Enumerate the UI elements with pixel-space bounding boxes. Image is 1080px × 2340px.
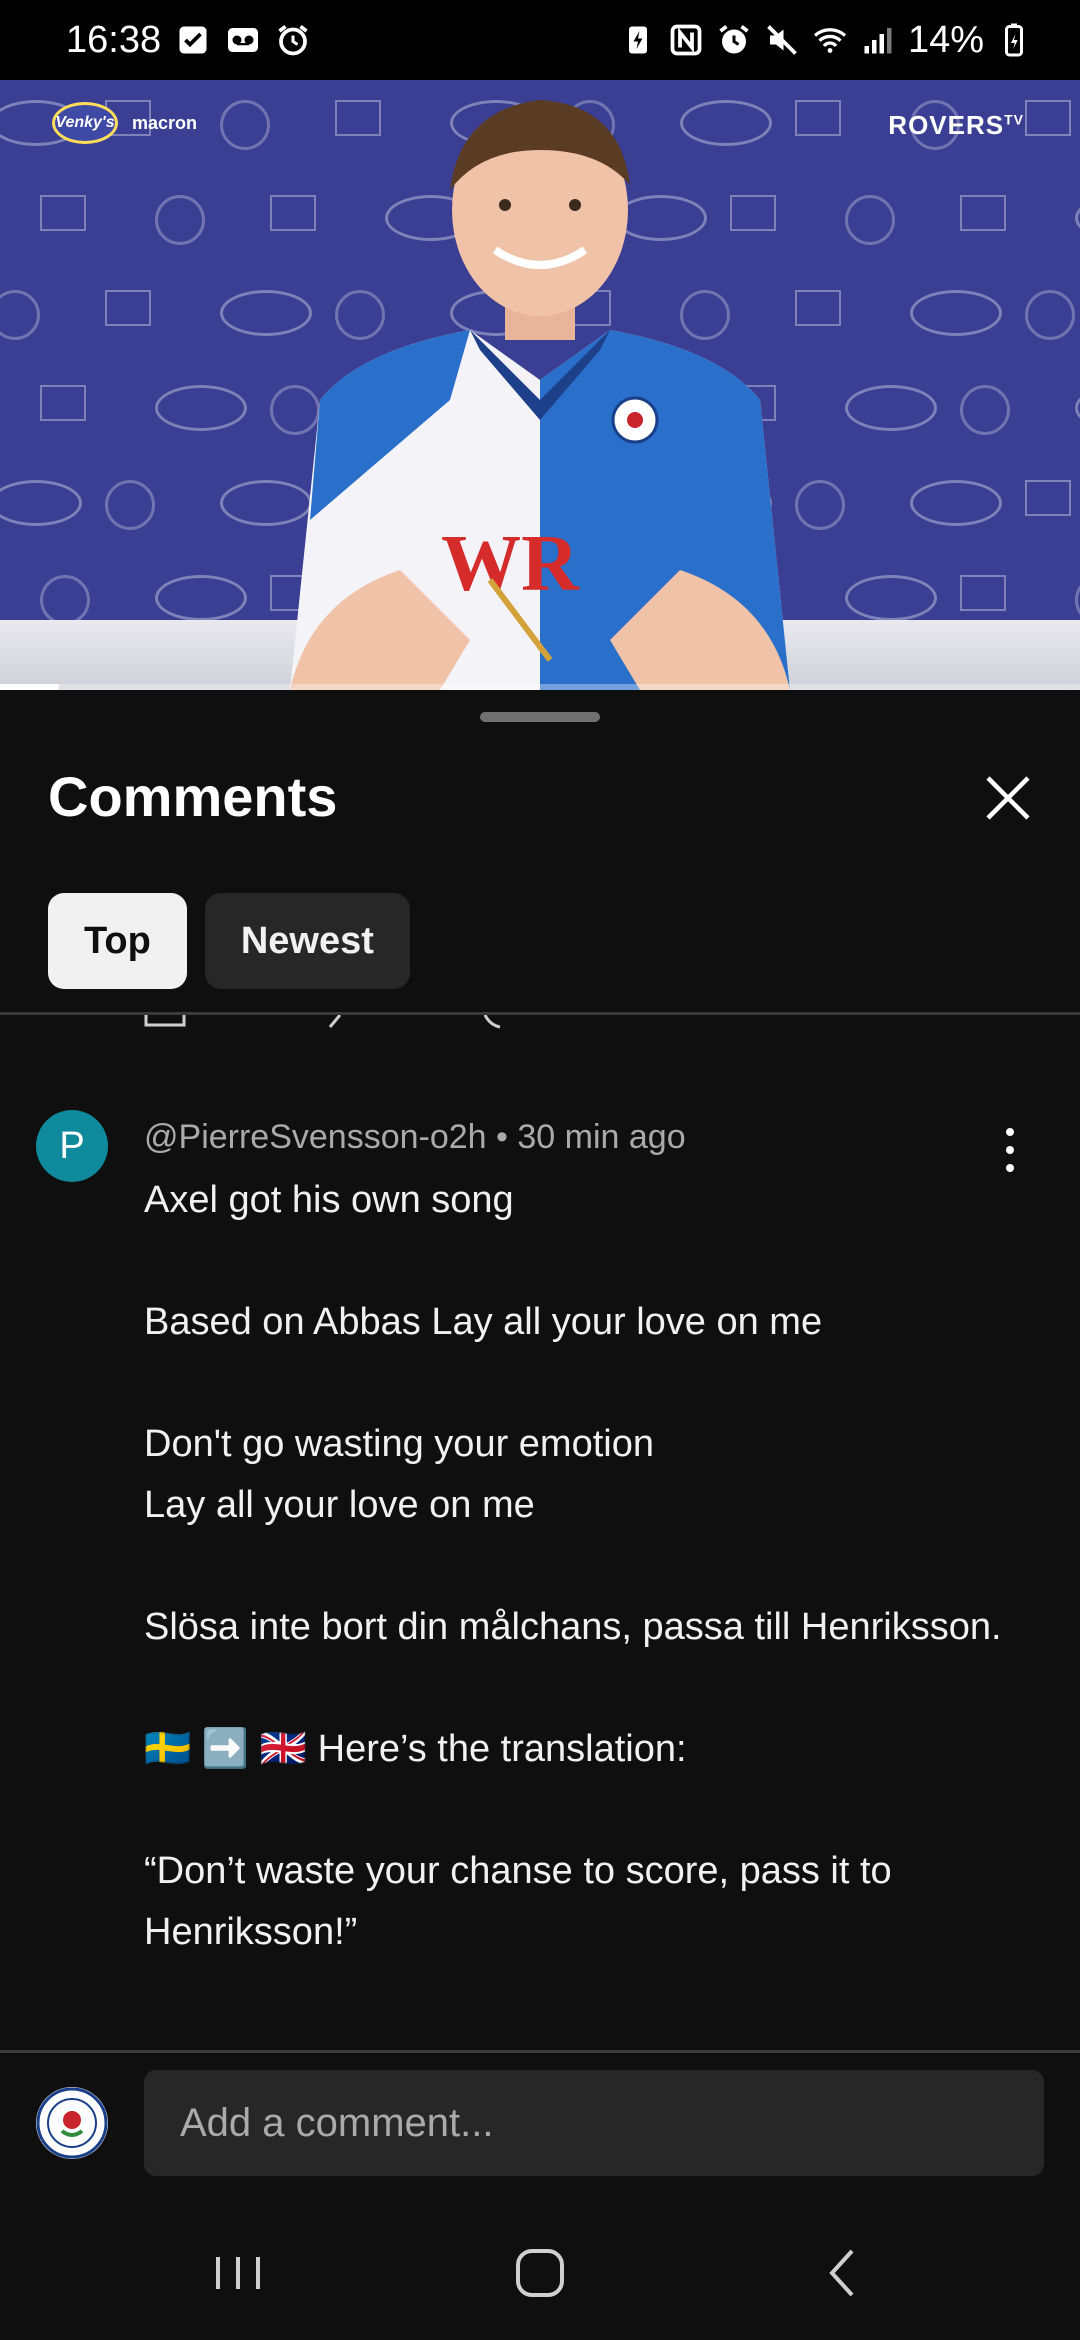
- comment-line: Axel got his own song: [144, 1179, 514, 1221]
- chip-newest[interactable]: Newest: [204, 893, 410, 989]
- rovers-tv-text: ROVERS: [888, 110, 1005, 140]
- video-player[interactable]: Venky's macron ROVERSTV WR: [0, 80, 1080, 690]
- checkbox-icon: [175, 22, 211, 58]
- backdrop-sponsor-mark: [910, 480, 1002, 526]
- backdrop-sponsor-mark: [960, 195, 1006, 231]
- rovers-crest-icon: [36, 2087, 108, 2159]
- backdrop-sponsor-mark: [1025, 480, 1071, 516]
- signal-icon: [860, 22, 896, 58]
- translation-label: Here’s the translation:: [317, 1728, 687, 1770]
- sponsor-logo: Venky's macron: [52, 102, 197, 144]
- comment-time: 30 min ago: [517, 1118, 686, 1156]
- comment-line: “Don’t waste your chanse to score, pass …: [144, 1850, 892, 1953]
- home-button[interactable]: [500, 2233, 580, 2313]
- backdrop-sponsor-mark: [1075, 575, 1080, 625]
- backdrop-sponsor-mark: [910, 290, 1002, 336]
- comment-author-avatar[interactable]: P: [36, 1110, 108, 1182]
- backdrop-sponsor-mark: [1075, 195, 1080, 241]
- comments-title: Comments: [48, 765, 338, 828]
- comment-line: Don't go wasting your emotion: [144, 1423, 654, 1465]
- system-nav-bar: [0, 2203, 1080, 2340]
- backdrop-sponsor-mark: [155, 575, 247, 621]
- backdrop-sponsor-mark: [155, 385, 247, 431]
- comment-line: Slösa inte bort din målchans, passa till…: [144, 1606, 1002, 1648]
- user-avatar[interactable]: [36, 2087, 108, 2159]
- rovers-tv-logo: ROVERSTV: [888, 110, 1024, 141]
- translation-emoji: 🇸🇪 ➡️ 🇬🇧: [144, 1728, 308, 1770]
- backdrop-sponsor-mark: [845, 195, 895, 245]
- backdrop-sponsor-mark: [40, 195, 86, 231]
- backdrop-sponsor-mark: [960, 385, 1010, 435]
- svg-text:WR: WR: [441, 520, 580, 608]
- comment-meta: @PierreSvensson-o2h • 30 min ago: [144, 1118, 686, 1157]
- home-icon: [516, 2249, 564, 2297]
- close-button[interactable]: [978, 768, 1038, 828]
- battery-percent: 14%: [907, 18, 984, 61]
- meta-separator: •: [496, 1118, 508, 1156]
- nfc-icon: [668, 22, 704, 58]
- backdrop-sponsor-mark: [1025, 290, 1075, 340]
- comment-author[interactable]: @PierreSvensson-o2h: [144, 1118, 487, 1156]
- status-bar: 16:38 14%: [0, 0, 1080, 80]
- comment-line: Based on Abbas Lay all your love on me: [144, 1301, 823, 1343]
- sort-chips: Top Newest: [48, 893, 410, 989]
- status-right: 14%: [620, 19, 1032, 62]
- alarm-icon: [716, 22, 752, 58]
- backdrop-sponsor-mark: [105, 290, 151, 326]
- backdrop-sponsor-mark: [155, 195, 205, 245]
- player-figure: WR: [290, 100, 790, 690]
- voicemail-icon: [225, 22, 261, 58]
- back-button[interactable]: [802, 2233, 882, 2313]
- rovers-tv-sup: TV: [1004, 111, 1024, 128]
- backdrop-sponsor-mark: [1025, 100, 1071, 136]
- wifi-icon: [812, 22, 848, 58]
- macron-logo: macron: [132, 112, 198, 133]
- comment-text: Axel got his own song Based on Abbas Lay…: [144, 1170, 1014, 1963]
- drag-handle[interactable]: [480, 712, 600, 722]
- battery-icon: [996, 22, 1032, 58]
- backdrop-sponsor-mark: [960, 575, 1006, 611]
- backdrop-sponsor-mark: [40, 575, 90, 625]
- recents-button[interactable]: [198, 2233, 278, 2313]
- comment-composer: [0, 2053, 1080, 2203]
- backdrop-sponsor-mark: [1075, 385, 1080, 431]
- status-left: 16:38: [66, 19, 311, 62]
- comment-line: Lay all your love on me: [144, 1484, 535, 1526]
- backdrop-sponsor-mark: [0, 480, 82, 526]
- status-time: 16:38: [66, 18, 162, 61]
- backdrop-sponsor-mark: [0, 290, 40, 340]
- comment-line: 🇸🇪 ➡️ 🇬🇧 Here’s the translation:: [144, 1719, 1014, 1780]
- back-icon: [829, 2249, 854, 2297]
- add-comment-input[interactable]: [144, 2070, 1044, 2176]
- recents-icon: [216, 2257, 260, 2289]
- backdrop-sponsor-mark: [105, 480, 155, 530]
- app-screen: 16:38 14% Venky's macron ROVERSTV WR Com…: [0, 0, 1080, 2340]
- close-icon: [986, 776, 1030, 820]
- backdrop-sponsor-mark: [845, 575, 937, 621]
- backdrop-sponsor-mark: [40, 385, 86, 421]
- mute-icon: [764, 22, 800, 58]
- venkys-logo: Venky's: [52, 102, 118, 144]
- battery-saver-icon: [620, 22, 656, 58]
- backdrop-sponsor-mark: [845, 385, 937, 431]
- chip-top[interactable]: Top: [48, 893, 187, 989]
- clipped-action-icons: [144, 1015, 501, 1029]
- alarm-icon: [275, 22, 311, 58]
